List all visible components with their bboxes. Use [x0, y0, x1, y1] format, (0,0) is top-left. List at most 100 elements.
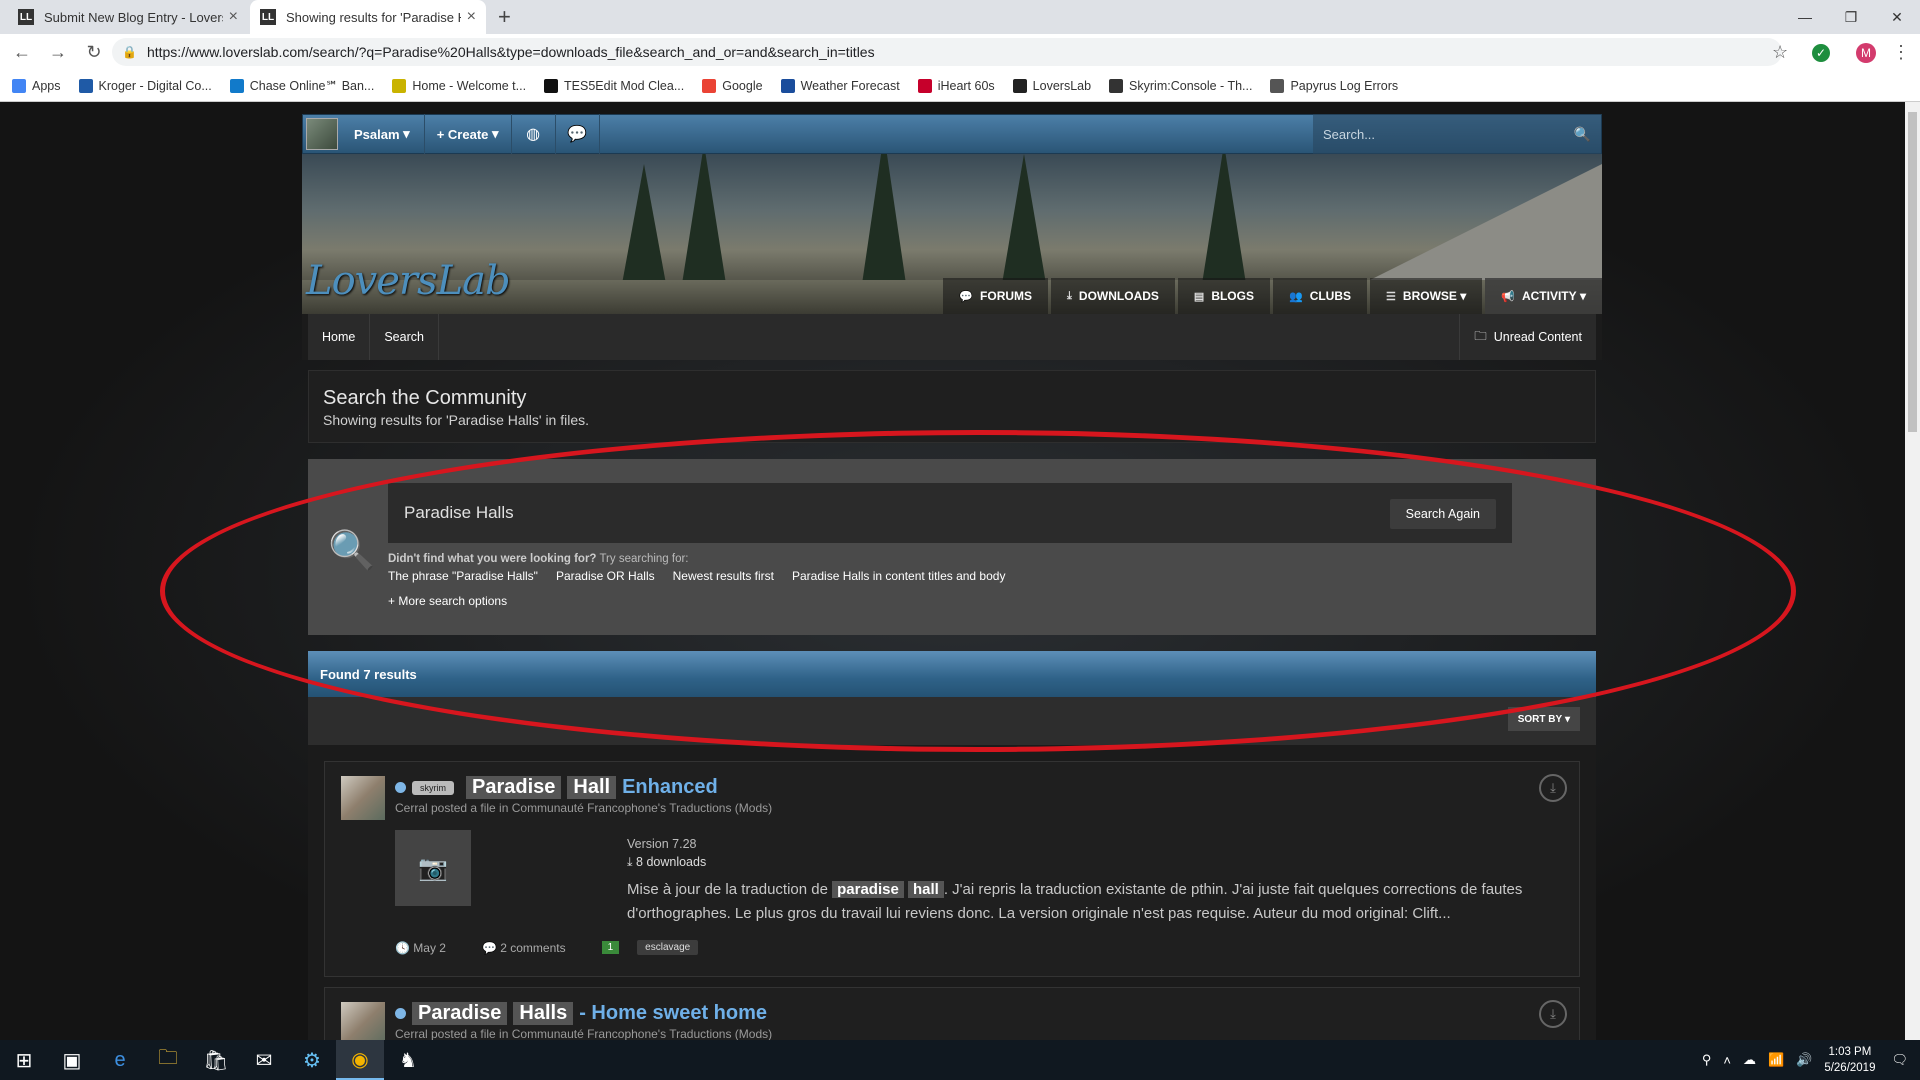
tab-blog-entry[interactable]: LL Submit New Blog Entry - Loversl… ×	[8, 0, 248, 34]
avatar[interactable]	[341, 1002, 385, 1040]
avatar[interactable]	[341, 776, 385, 820]
mail-icon[interactable]: ✉	[240, 1040, 288, 1080]
apps-grid-icon	[12, 78, 26, 93]
suggestion-link[interactable]: Paradise Halls in content titles and bod…	[792, 569, 1005, 583]
file-explorer-icon[interactable]: 🗀	[144, 1040, 192, 1080]
system-tray: ⚲ ˄ ☁ 📶 🔊 1:03 PM 5/26/2019 🗨	[1702, 1044, 1920, 1076]
new-tab-icon[interactable]: +	[498, 4, 511, 30]
game-app-icon[interactable]: ♞	[384, 1040, 432, 1080]
suggestion-link[interactable]: Paradise OR Halls	[556, 569, 655, 583]
user-bar: Psalam ▾ + Create ▾ ◍ 💬 Search... 🔍	[302, 114, 1602, 154]
site-logo[interactable]: LoversLab	[306, 258, 511, 304]
tab-title: Showing results for 'Paradise Hal…	[286, 9, 461, 25]
windows-start-icon[interactable]: ⊞	[0, 1040, 48, 1080]
list-item: Paradise Halls - Home sweet home Cerral …	[324, 987, 1580, 1040]
nav-clubs[interactable]: 👥 CLUBS	[1272, 278, 1368, 314]
scrollbar-thumb[interactable]	[1908, 112, 1917, 432]
volume-icon[interactable]: 🔊	[1796, 1052, 1812, 1068]
reload-icon[interactable]: ↻	[80, 42, 108, 63]
iheart-icon	[917, 78, 932, 93]
results-header: Found 7 results	[308, 651, 1596, 697]
content-tag[interactable]: esclavage	[637, 940, 699, 955]
more-search-options-link[interactable]: + More search options	[388, 594, 507, 608]
bookmark-item[interactable]: LoversLab	[1012, 78, 1091, 93]
result-title[interactable]: Paradise Halls - Home sweet home	[395, 1002, 1563, 1025]
download-icon: ⤓	[1067, 289, 1072, 302]
notifications-globe-icon[interactable]: ◍	[512, 114, 556, 154]
result-body: Version 7.28 ⤓ 8 downloads Mise à jour d…	[627, 837, 1563, 926]
unread-dot-icon	[395, 1008, 406, 1019]
nav-blogs[interactable]: ▤ BLOGS	[1177, 278, 1270, 314]
suggestion-link[interactable]: Newest results first	[673, 569, 774, 583]
page-scrollbar[interactable]	[1905, 102, 1920, 1040]
minimize-icon[interactable]: —	[1782, 0, 1828, 34]
nav-activity[interactable]: 📢 ACTIVITY ▾	[1485, 278, 1602, 314]
bookmarks-bar: Apps Kroger - Digital Co... Chase Online…	[0, 70, 1920, 102]
nav-downloads[interactable]: ⤓ DOWNLOADS	[1051, 278, 1175, 314]
chevron-up-icon[interactable]: ˄	[1723, 1053, 1731, 1068]
bookmark-item[interactable]: Papyrus Log Errors	[1270, 78, 1398, 93]
search-input[interactable]: Paradise Halls Search Again	[388, 483, 1512, 543]
game-tag[interactable]: skyrim	[412, 780, 454, 795]
messages-icon[interactable]: 💬	[556, 114, 600, 154]
notification-center-icon[interactable]: 🗨	[1891, 1052, 1908, 1068]
search-panel: 🔍 Paradise Halls Search Again Didn't fin…	[308, 459, 1596, 635]
home-icon	[392, 78, 407, 93]
nav-browse[interactable]: ☰ BROWSE ▾	[1370, 278, 1483, 314]
browser-toolbar: ← → ↻ 🔒 https://www.loverslab.com/search…	[0, 34, 1920, 70]
download-icon[interactable]: ⤓	[1539, 774, 1567, 802]
people-icon[interactable]: ⚲	[1702, 1052, 1712, 1068]
bookmark-item[interactable]: Skyrim:Console - Th...	[1109, 78, 1252, 93]
breadcrumb-home[interactable]: Home	[308, 314, 371, 360]
search-icon[interactable]: 🔍	[1574, 126, 1591, 143]
window-controls: — ❐ ✕	[1782, 0, 1920, 34]
system-clock[interactable]: 1:03 PM 5/26/2019	[1824, 1044, 1875, 1076]
site-search-input[interactable]: Search... 🔍	[1313, 114, 1601, 154]
search-icon: 🔍	[328, 530, 376, 572]
result-title[interactable]: skyrim Paradise Hall Enhanced	[395, 776, 1563, 799]
nav-forums[interactable]: 💬 FORUMS	[943, 278, 1049, 314]
back-icon[interactable]: ←	[8, 42, 36, 63]
tab-search-results[interactable]: LL Showing results for 'Paradise Hal… ×	[250, 0, 486, 34]
bookmark-item[interactable]: Google	[702, 78, 763, 93]
edge-icon[interactable]: e	[96, 1040, 144, 1080]
bookmark-item[interactable]: Apps	[12, 78, 61, 93]
close-icon[interactable]: ×	[467, 8, 476, 26]
close-icon[interactable]: ×	[229, 8, 238, 26]
loverslab-favicon-icon: LL	[260, 9, 276, 25]
window-close-icon[interactable]: ✕	[1874, 0, 1920, 34]
chrome-menu-icon[interactable]: ⋮	[1892, 42, 1910, 63]
bookmark-item[interactable]: Kroger - Digital Co...	[78, 78, 212, 93]
onedrive-icon[interactable]: ☁	[1743, 1052, 1756, 1068]
create-button[interactable]: + Create ▾	[425, 114, 512, 154]
avatar[interactable]	[306, 118, 338, 150]
task-view-icon[interactable]: ▣	[48, 1040, 96, 1080]
breadcrumb-search[interactable]: Search	[370, 314, 439, 360]
user-menu[interactable]: Psalam ▾	[354, 114, 425, 154]
suggestion-link[interactable]: The phrase "Paradise Halls"	[388, 569, 538, 583]
network-icon[interactable]: 📶	[1768, 1052, 1784, 1068]
steam-icon[interactable]: ⚙	[288, 1040, 336, 1080]
bookmark-item[interactable]: TES5Edit Mod Clea...	[544, 78, 684, 93]
bookmark-item[interactable]: Home - Welcome t...	[392, 78, 526, 93]
download-icon[interactable]: ⤓	[1539, 1000, 1567, 1028]
bookmark-star-icon[interactable]: ☆	[1772, 42, 1788, 63]
profile-avatar[interactable]: M	[1856, 43, 1876, 63]
maximize-icon[interactable]: ❐	[1828, 0, 1874, 34]
chrome-icon[interactable]: ◉	[336, 1040, 384, 1080]
store-icon[interactable]: 🛍	[192, 1040, 240, 1080]
result-comments[interactable]: 💬 2 comments	[482, 941, 584, 955]
bookmark-item[interactable]: Chase Online℠ Ban...	[229, 78, 374, 93]
sort-by-button[interactable]: SORT BY ▾	[1507, 707, 1580, 731]
bookmark-item[interactable]: iHeart 60s	[917, 78, 995, 93]
tab-title: Submit New Blog Entry - Loversl…	[44, 9, 223, 25]
page-viewport: Psalam ▾ + Create ▾ ◍ 💬 Search... 🔍 Love…	[0, 102, 1905, 1040]
bookmark-item[interactable]: Weather Forecast	[780, 78, 900, 93]
forward-icon[interactable]: →	[44, 42, 72, 63]
address-bar[interactable]: 🔒 https://www.loverslab.com/search/?q=Pa…	[112, 38, 1782, 66]
extension-check-icon[interactable]: ✓	[1812, 44, 1830, 62]
unread-content-link[interactable]: 🗀 Unread Content	[1459, 314, 1596, 360]
search-again-button[interactable]: Search Again	[1389, 499, 1496, 529]
banner-tree	[682, 154, 726, 284]
result-date: 🕓 May 2	[395, 940, 446, 955]
